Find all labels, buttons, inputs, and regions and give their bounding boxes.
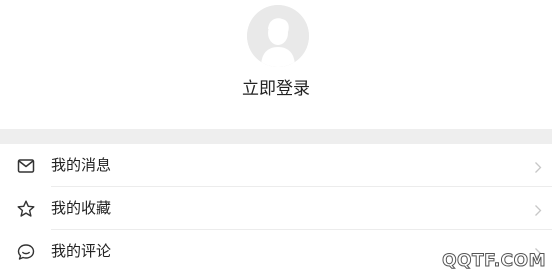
- comment-icon: [16, 242, 36, 262]
- avatar[interactable]: [247, 5, 309, 67]
- login-link[interactable]: 立即登录: [0, 76, 552, 102]
- menu-item-label: 我的评论: [51, 242, 112, 260]
- mail-icon: [16, 156, 36, 176]
- profile-header: 立即登录: [0, 0, 552, 130]
- profile-page: 立即登录 我的消息 我的收藏 我的评论 QQTF.COM: [0, 0, 552, 273]
- chevron-right-icon: [534, 159, 542, 173]
- menu-item-messages[interactable]: 我的消息: [0, 144, 552, 187]
- user-silhouette-icon: [247, 5, 309, 67]
- watermark: QQTF.COM: [442, 251, 546, 272]
- chevron-right-icon: [534, 202, 542, 216]
- menu-item-favorites[interactable]: 我的收藏: [0, 187, 552, 230]
- menu-item-label: 我的消息: [51, 156, 112, 174]
- section-separator: [0, 129, 552, 144]
- star-icon: [16, 199, 36, 219]
- menu-item-label: 我的收藏: [51, 199, 112, 217]
